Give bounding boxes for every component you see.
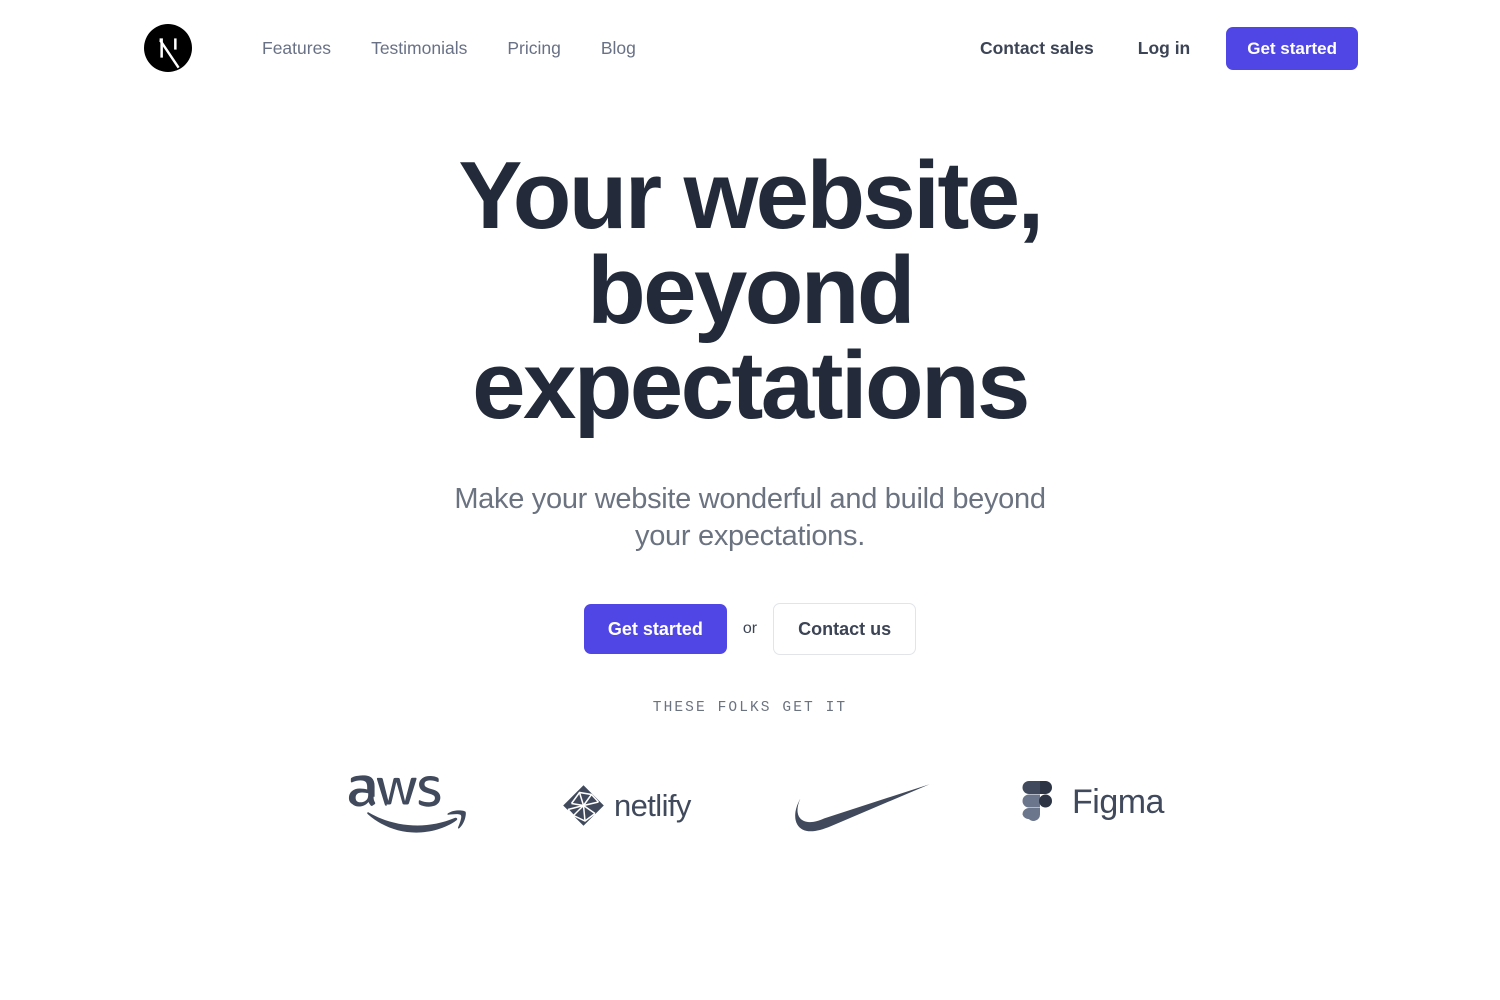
svg-text:netlify: netlify <box>614 788 692 823</box>
hero-section: Your website, beyond expectations Make y… <box>0 96 1500 656</box>
hero-subheadline: Make your website wonderful and build be… <box>454 483 1046 553</box>
nike-logo-icon <box>795 784 930 832</box>
navbar-get-started-button[interactable]: Get started <box>1226 26 1358 70</box>
navbar: Features Testimonials Pricing Blog Conta… <box>0 0 1500 96</box>
hero-contact-us-button[interactable]: Contact us <box>773 603 917 656</box>
netlify-logo-icon: netlify <box>563 785 692 826</box>
nav-item-features[interactable]: Features <box>242 32 351 65</box>
figma-logo-icon: Figma <box>1022 781 1165 821</box>
nextjs-logo-icon <box>144 24 192 72</box>
hero-get-started-button[interactable]: Get started <box>583 604 727 655</box>
primary-nav: Features Testimonials Pricing Blog <box>242 32 656 65</box>
hero-cta-row: Get started or Contact us <box>0 603 1500 656</box>
navbar-actions: Contact sales Log in Get started <box>958 26 1358 70</box>
logo-cloud-row: netlify Figma <box>0 768 1500 848</box>
brand-logo-link[interactable] <box>142 22 194 74</box>
logo-aws[interactable] <box>294 768 522 848</box>
svg-text:Figma: Figma <box>1072 783 1165 821</box>
logo-nike[interactable] <box>750 768 978 848</box>
aws-logo-icon <box>348 775 466 833</box>
logo-cloud-eyebrow: THESE FOLKS GET IT <box>652 700 848 716</box>
nav-item-blog[interactable]: Blog <box>581 32 656 65</box>
logo-figma[interactable]: Figma <box>978 768 1206 848</box>
landing-page: Features Testimonials Pricing Blog Conta… <box>0 0 1500 1000</box>
contact-sales-link[interactable]: Contact sales <box>958 32 1116 65</box>
hero-headline: Your website, beyond expectations <box>458 142 1044 440</box>
logo-netlify[interactable]: netlify <box>522 768 750 848</box>
logo-cloud-section: THESE FOLKS GET IT netlify Figma <box>0 700 1500 848</box>
cta-separator-label: or <box>742 620 758 638</box>
nav-item-testimonials[interactable]: Testimonials <box>351 32 487 65</box>
login-link[interactable]: Log in <box>1116 32 1212 65</box>
nav-item-pricing[interactable]: Pricing <box>487 32 581 65</box>
